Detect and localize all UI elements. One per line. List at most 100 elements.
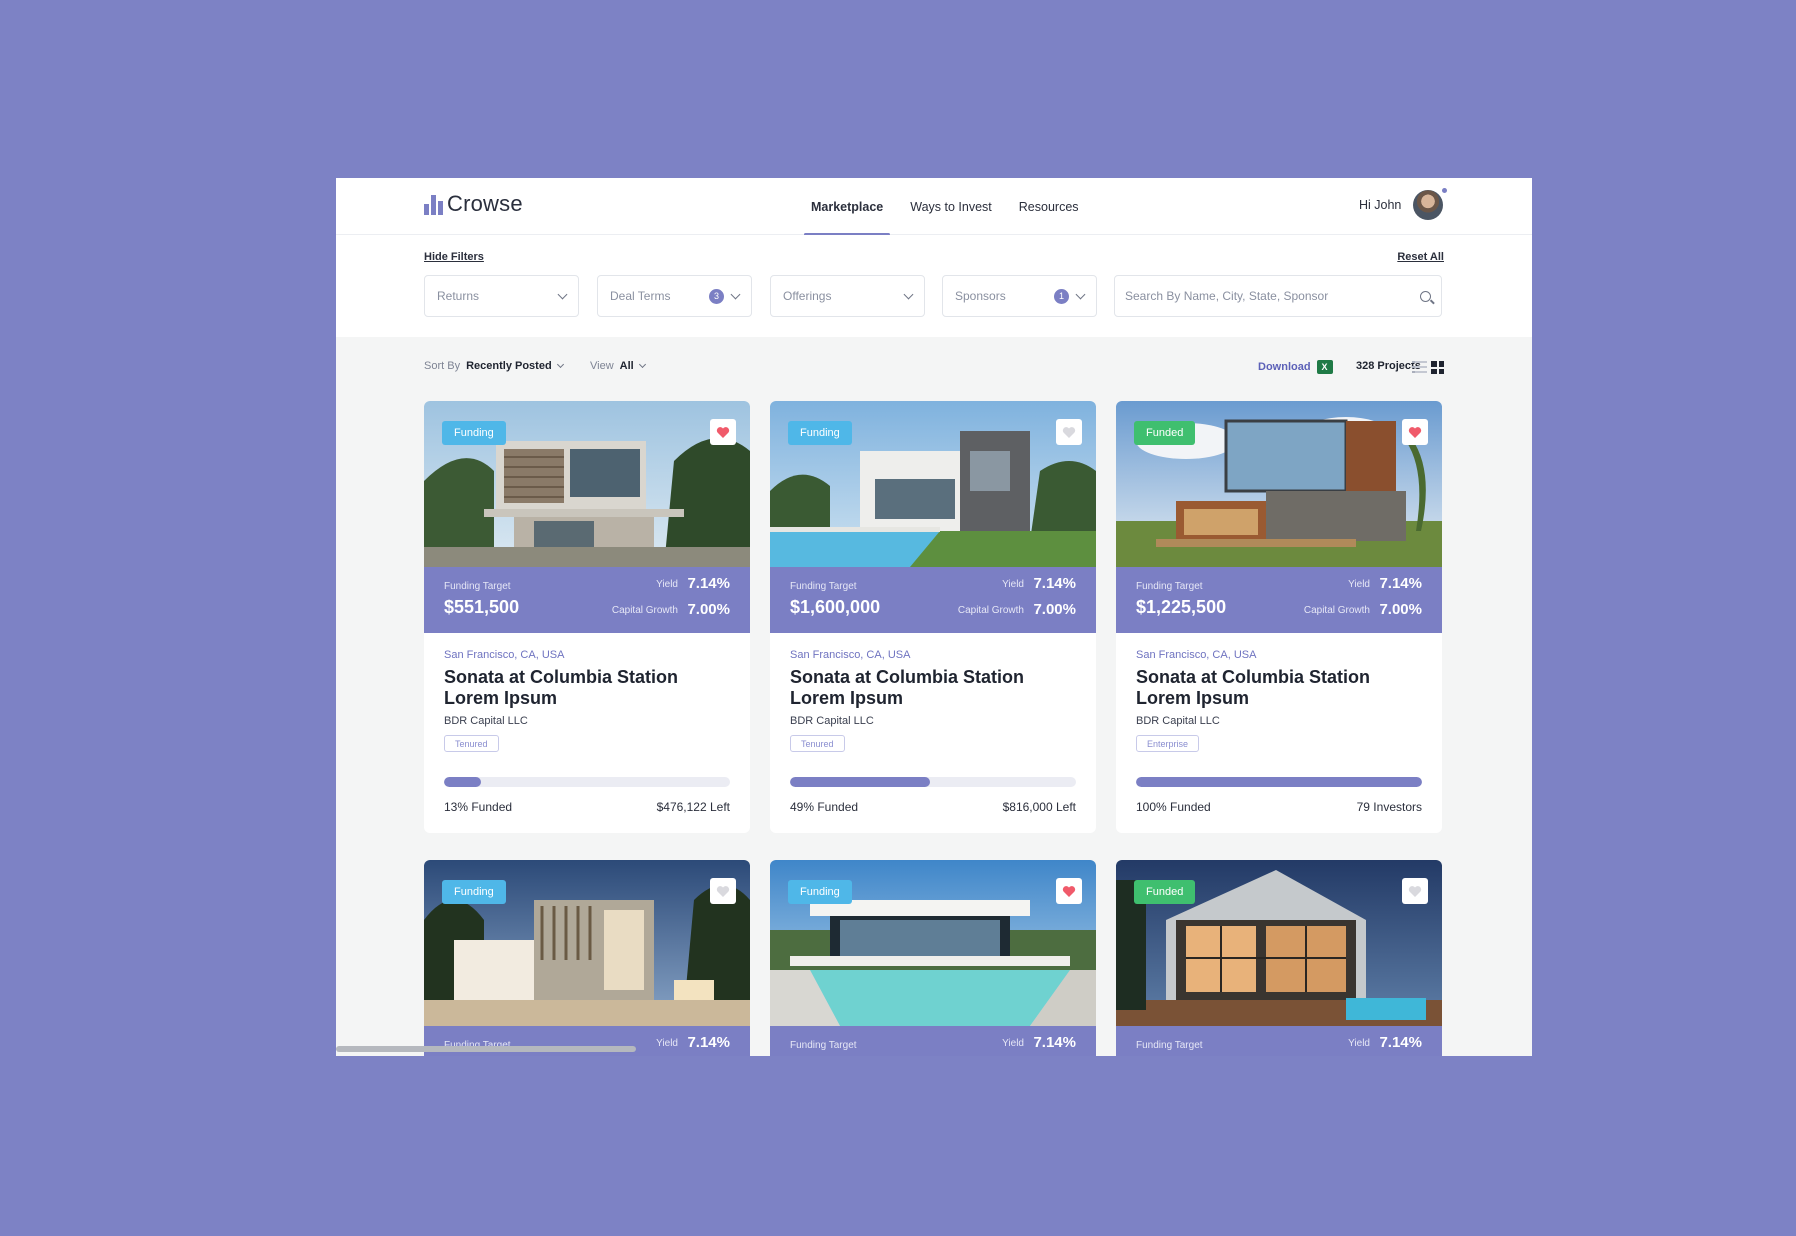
deal-terms-dropdown-label: Deal Terms <box>610 289 671 303</box>
nav-item-resources[interactable]: Resources <box>1012 178 1086 235</box>
chevron-down-icon <box>730 289 741 299</box>
results-toolbar: Sort By Recently Posted View All Downloa… <box>424 360 1444 376</box>
favorite-button[interactable] <box>1056 419 1082 445</box>
project-card[interactable]: Funded Funding Target $1,225,500 Yield 7… <box>1116 401 1442 833</box>
sponsor-name: BDR Capital LLC <box>790 715 874 727</box>
yield-label: Yield <box>1002 579 1024 590</box>
top-navigation-bar: Crowse Marketplace Ways to Invest Resour… <box>336 178 1532 236</box>
heart-outline-icon <box>716 885 730 897</box>
search-icon[interactable] <box>1420 290 1431 302</box>
heart-icon <box>716 426 730 438</box>
capital-growth-label: Capital Growth <box>957 605 1024 616</box>
offerings-dropdown[interactable]: Offerings <box>770 275 925 317</box>
deal-terms-dropdown[interactable]: Deal Terms 3 <box>597 275 752 317</box>
funding-target-label: Funding Target <box>1136 581 1203 592</box>
excel-icon: X <box>1316 360 1333 374</box>
funded-percent: 100% Funded <box>1136 800 1211 814</box>
funding-target-value: $1,600,000 <box>790 597 881 617</box>
status-badge: Funding <box>442 421 506 445</box>
status-badge: Funded <box>1134 880 1196 904</box>
heart-icon <box>1062 885 1076 897</box>
list-view-toggle[interactable] <box>1412 361 1427 373</box>
funding-target-value: $551,500 <box>444 597 520 617</box>
heart-outline-icon <box>1062 426 1076 438</box>
sort-control[interactable]: Sort By Recently Posted <box>424 360 564 372</box>
chevron-down-icon <box>557 289 568 299</box>
card-metrics: Funding Target $1,600,000 Yield 7.14% Ca… <box>770 567 1096 633</box>
property-title[interactable]: Sonata at Columbia Station Lorem Ipsum <box>1136 667 1426 709</box>
favorite-button[interactable] <box>710 419 736 445</box>
filter-panel: Hide Filters Reset All Returns Deal Term… <box>336 235 1532 337</box>
search-input[interactable] <box>1125 289 1420 303</box>
funding-progress-bar <box>790 777 1076 787</box>
grid-view-icon <box>1431 361 1444 374</box>
funding-progress-bar <box>1136 777 1422 787</box>
list-view-icon <box>1412 361 1427 373</box>
amount-left: $476,122 Left <box>656 800 730 814</box>
status-badge: Funding <box>788 880 852 904</box>
property-location: San Francisco, CA, USA <box>790 649 911 661</box>
sponsor-tag: Tenured <box>790 735 845 752</box>
horizontal-scrollbar[interactable] <box>336 1046 636 1052</box>
sort-value: Recently Posted <box>466 360 552 372</box>
nav-item-marketplace[interactable]: Marketplace <box>804 178 891 236</box>
project-card[interactable]: Funding Funding Target Yield 7.14% <box>424 860 750 1056</box>
capital-growth-value: 7.00% <box>1033 601 1076 618</box>
returns-dropdown-label: Returns <box>437 289 480 303</box>
sponsors-count-badge: 1 <box>1054 288 1069 304</box>
heart-outline-icon <box>1408 885 1422 897</box>
chevron-down-icon <box>638 360 646 369</box>
returns-dropdown[interactable]: Returns <box>424 275 579 317</box>
favorite-button[interactable] <box>710 878 736 904</box>
property-location: San Francisco, CA, USA <box>444 649 565 661</box>
capital-growth-value: 7.00% <box>1379 601 1422 618</box>
offerings-dropdown-label: Offerings <box>783 289 832 303</box>
property-title[interactable]: Sonata at Columbia Station Lorem Ipsum <box>444 667 734 709</box>
brand-logo[interactable]: Crowse <box>424 193 523 215</box>
project-card[interactable]: Funding Funding Target Yield 7.14% <box>770 860 1096 1056</box>
capital-growth-label: Capital Growth <box>1303 605 1370 616</box>
card-metrics: Funding Target Yield 7.14% <box>770 1026 1096 1056</box>
hide-filters-link[interactable]: Hide Filters <box>424 251 484 263</box>
view-control[interactable]: View All <box>590 360 646 372</box>
property-title[interactable]: Sonata at Columbia Station Lorem Ipsum <box>790 667 1080 709</box>
sort-label: Sort By <box>424 360 461 372</box>
deal-terms-count-badge: 3 <box>709 288 724 304</box>
main-nav: Marketplace Ways to Invest Resources <box>804 178 1099 236</box>
card-metrics: Funding Target Yield 7.14% <box>1116 1026 1442 1056</box>
browser-frame: Crowse Marketplace Ways to Invest Resour… <box>336 178 1532 1056</box>
property-location: San Francisco, CA, USA <box>1136 649 1257 661</box>
favorite-button[interactable] <box>1402 878 1428 904</box>
yield-label: Yield <box>656 579 678 590</box>
capital-growth-value: 7.00% <box>687 601 730 618</box>
capital-growth-label: Capital Growth <box>611 605 678 616</box>
project-card[interactable]: Funding Funding Target $1,600,000 Yield … <box>770 401 1096 833</box>
funding-progress-bar <box>444 777 730 787</box>
project-card[interactable]: Funding Funding Target $551,500 Yield 7.… <box>424 401 750 833</box>
card-metrics: Funding Target $1,225,500 Yield 7.14% Ca… <box>1116 567 1442 633</box>
brand-name: Crowse <box>447 191 523 216</box>
project-card[interactable]: Funded Funding Target Yield 7.14% <box>1116 860 1442 1056</box>
funding-target-label: Funding Target <box>790 1040 857 1051</box>
card-metrics: Funding Target $551,500 Yield 7.14% Capi… <box>424 567 750 633</box>
user-avatar[interactable] <box>1413 188 1447 220</box>
favorite-button[interactable] <box>1056 878 1082 904</box>
search-box <box>1114 275 1442 317</box>
yield-label: Yield <box>1348 1038 1370 1049</box>
funding-target-value: $1,225,500 <box>1136 597 1227 617</box>
yield-value: 7.14% <box>1379 1034 1422 1051</box>
grid-view-toggle[interactable] <box>1431 361 1444 374</box>
funding-target-label: Funding Target <box>444 581 511 592</box>
sponsors-dropdown[interactable]: Sponsors 1 <box>942 275 1097 317</box>
yield-value: 7.14% <box>1033 1034 1076 1051</box>
status-badge: Funding <box>442 880 506 904</box>
nav-item-ways-to-invest[interactable]: Ways to Invest <box>903 178 999 235</box>
reset-all-link[interactable]: Reset All <box>1397 251 1444 263</box>
logo-bars-icon <box>424 195 443 215</box>
download-button[interactable]: Download X <box>1258 360 1333 374</box>
status-badge: Funding <box>788 421 852 445</box>
favorite-button[interactable] <box>1402 419 1428 445</box>
yield-value: 7.14% <box>687 1034 730 1051</box>
sponsor-tag: Enterprise <box>1136 735 1200 752</box>
sponsors-dropdown-label: Sponsors <box>955 289 1006 303</box>
